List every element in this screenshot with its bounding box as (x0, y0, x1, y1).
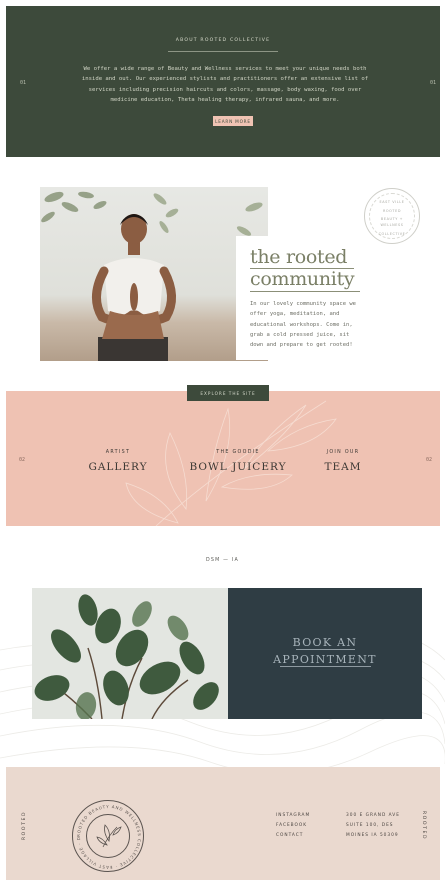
title-underline (250, 291, 360, 292)
book-appointment-button[interactable]: BOOK AN APPOINTMENT (228, 588, 422, 719)
plant-photo (32, 588, 228, 719)
link-title: TEAM (324, 461, 362, 473)
footer-brand-right: ROOTED (421, 810, 427, 841)
site-links-section: 02 02 ARTIST GALLERY THE GOODIE BOWL JUI… (6, 391, 440, 526)
address-line: MOINES IA 50309 (346, 833, 399, 838)
address-block: 300 E GRAND AVE SUITE 100, DES MOINES IA… (346, 811, 400, 841)
badge-text: WELLNESS (380, 223, 404, 227)
link-eyebrow: ARTIST (105, 450, 131, 455)
contact-link[interactable]: CONTACT (276, 831, 310, 841)
learn-more-button[interactable]: LEARN MORE (213, 116, 253, 126)
team-link[interactable]: JOIN OUR TEAM (311, 450, 375, 473)
community-title-line2: community (250, 268, 355, 290)
seal-text: ROOTED BEAUTY AND WELLNESS COLLECTIVE · … (73, 801, 141, 870)
link-title: BOWL JUICERY (189, 461, 287, 473)
gallery-link[interactable]: ARTIST GALLERY (78, 450, 158, 473)
svg-text:ROOTED BEAUTY AND WELLNESS COL: ROOTED BEAUTY AND WELLNESS COLLECTIVE · … (73, 801, 142, 870)
footer: ROOTED ROOTED ROOTED BEAUTY AND WELLNESS… (6, 767, 440, 880)
collective-badge: EAST VILLE ROOTED BEAUTY + WELLNESS COLL… (364, 188, 420, 244)
address-line: 300 E GRAND AVE (346, 813, 400, 818)
book-underline (296, 649, 355, 650)
collective-seal-logo: ROOTED BEAUTY AND WELLNESS COLLECTIVE · … (72, 800, 144, 872)
about-section: ABOUT ROOTED COLLECTIVE We offer a wide … (6, 6, 440, 157)
instagram-link[interactable]: INSTAGRAM (276, 811, 310, 821)
section-number-right: 01 (430, 80, 437, 86)
address-line: SUITE 100, DES (346, 823, 394, 828)
badge-text: EAST VILLE (379, 200, 405, 204)
footer-brand-left: ROOTED (22, 810, 28, 841)
about-label: ABOUT ROOTED COLLECTIVE (175, 38, 271, 43)
community-description: In our lovely community space we offer y… (250, 301, 356, 349)
book-underline (280, 666, 371, 667)
book-line1: BOOK AN (292, 636, 358, 649)
section-number-right: 02 (426, 457, 433, 463)
location-label: DSM — IA (205, 558, 240, 563)
section-number-left: 02 (19, 457, 26, 463)
facebook-link[interactable]: FACEBOOK (276, 821, 310, 831)
about-description: We offer a wide range of Beauty and Well… (81, 66, 369, 104)
community-title-line1: the rooted (250, 246, 348, 268)
badge-text: COLLECTIVE (378, 232, 406, 236)
book-line2: APPOINTMENT (273, 653, 377, 666)
link-eyebrow: JOIN OUR (326, 450, 360, 455)
link-title: GALLERY (88, 461, 148, 473)
explore-site-button[interactable]: EXPLORE THE SITE (187, 385, 269, 401)
link-eyebrow: THE GOODIE (216, 450, 260, 455)
section-number-left: 01 (20, 80, 27, 86)
social-links: INSTAGRAM FACEBOOK CONTACT (276, 811, 310, 841)
yoga-photo (40, 187, 268, 361)
badge-text: ROOTED (382, 209, 402, 213)
juicery-link[interactable]: THE GOODIE BOWL JUICERY (184, 450, 292, 473)
about-divider (168, 51, 278, 52)
community-card: the rooted community In our lovely commu… (236, 236, 366, 360)
